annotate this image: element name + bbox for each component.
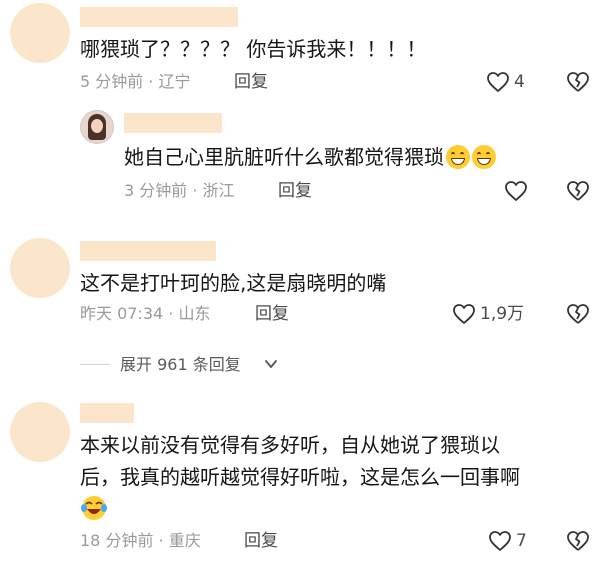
expand-replies-button[interactable]: 展开 961 条回复	[120, 355, 241, 375]
expand-replies-label: 展开 961 条回复	[120, 355, 241, 374]
broken-heart-icon[interactable]	[566, 303, 590, 325]
comment-text: 这不是打叶珂的脸,这是扇晓明的嘴	[80, 271, 387, 295]
reply-text-content: 她自己心里肮脏听什么歌都觉得猥琐	[124, 145, 444, 169]
username[interactable]	[80, 7, 238, 27]
reply-button[interactable]: 回复	[255, 304, 289, 324]
comment-text-line1: 本来以前没有觉得有多好听，自从她说了猥琐以	[80, 433, 500, 457]
reply-button[interactable]: 回复	[244, 531, 278, 551]
heart-outline-icon[interactable]	[486, 71, 510, 93]
broken-heart-icon[interactable]	[566, 530, 590, 552]
heart-outline-icon[interactable]	[452, 303, 476, 325]
reply-button[interactable]: 回复	[234, 72, 268, 92]
username[interactable]	[80, 241, 216, 261]
reply-button[interactable]: 回复	[278, 181, 312, 201]
grinning-face-emoji	[472, 145, 496, 169]
comment-meta: 18 分钟前 · 重庆	[80, 531, 201, 550]
grinning-face-emoji	[446, 145, 470, 169]
reply-username[interactable]	[124, 113, 222, 133]
heart-outline-icon[interactable]	[504, 180, 528, 202]
avatar[interactable]	[10, 402, 70, 462]
broken-heart-icon[interactable]	[566, 180, 590, 202]
like-count: 1,9万	[480, 304, 525, 324]
reply-text: 她自己心里肮脏听什么歌都觉得猥琐	[124, 144, 496, 170]
reply-avatar[interactable]	[80, 110, 114, 144]
comment-meta: 5 分钟前 · 辽宁	[80, 72, 191, 91]
chevron-down-icon[interactable]	[264, 358, 278, 370]
comment-text-line2: 后，我真的越听越觉得好听啦，这是怎么一回事啊	[80, 465, 520, 489]
laughing-tears-emoji	[80, 494, 108, 522]
username[interactable]	[80, 403, 134, 423]
like-count: 4	[514, 72, 525, 92]
comment-text: 哪猥琐了？？？？ 你告诉我来！！！！	[80, 37, 427, 61]
like-count: 7	[516, 531, 527, 551]
reply-meta: 3 分钟前 · 浙江	[124, 181, 235, 200]
heart-outline-icon[interactable]	[488, 530, 512, 552]
comment-meta: 昨天 07:34 · 山东	[80, 304, 211, 323]
broken-heart-icon[interactable]	[566, 71, 590, 93]
avatar[interactable]	[10, 238, 70, 298]
avatar[interactable]	[10, 3, 70, 63]
expand-divider	[80, 364, 110, 365]
